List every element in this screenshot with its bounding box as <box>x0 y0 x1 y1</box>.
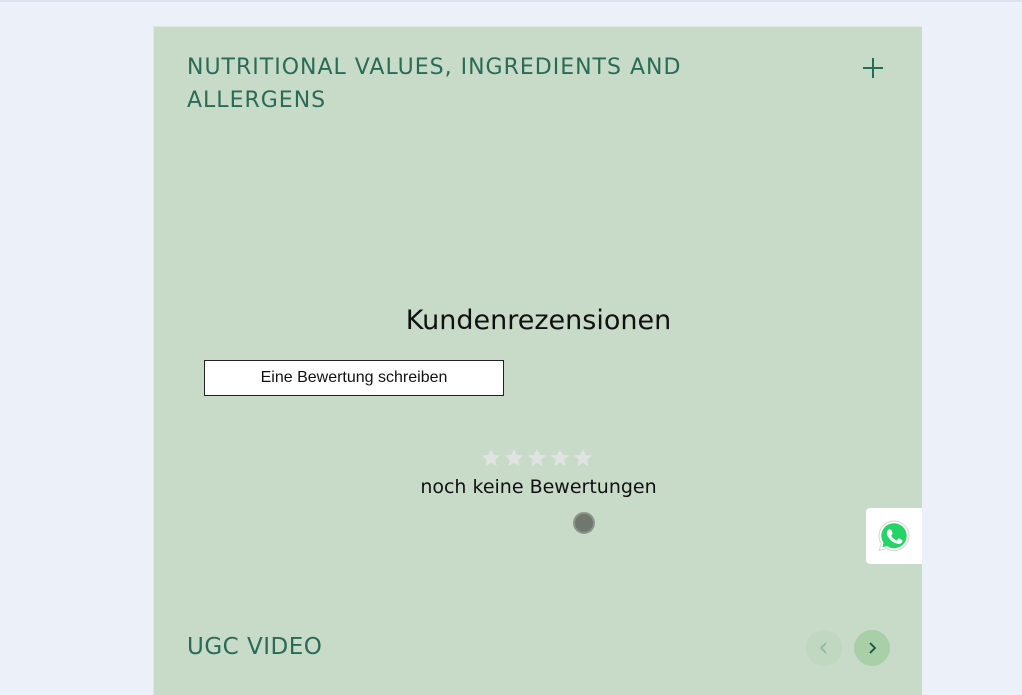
top-divider <box>0 0 1022 2</box>
whatsapp-icon <box>878 520 910 552</box>
write-review-button[interactable]: Eine Bewertung schreiben <box>204 360 504 396</box>
whatsapp-chat-button[interactable] <box>866 508 922 564</box>
star-icon <box>527 448 547 467</box>
star-icon <box>573 448 593 467</box>
product-details-panel: NUTRITIONAL VALUES, INGREDIENTS AND ALLE… <box>153 26 922 695</box>
loading-indicator <box>573 512 595 534</box>
chevron-left-icon <box>819 642 827 654</box>
carousel-next-button[interactable] <box>854 630 890 666</box>
carousel-prev-button[interactable] <box>806 630 842 666</box>
chevron-right-icon <box>869 642 877 654</box>
accordion-title[interactable]: NUTRITIONAL VALUES, INGREDIENTS AND ALLE… <box>187 51 727 117</box>
plus-icon[interactable] <box>862 57 884 79</box>
no-reviews-text: noch keine Bewertungen <box>420 476 657 498</box>
star-rating <box>480 447 594 469</box>
ugc-video-title: UGC VIDEO <box>187 634 323 660</box>
star-icon <box>550 448 570 467</box>
reviews-heading: Kundenrezensionen <box>405 305 672 336</box>
star-icon <box>504 448 524 467</box>
star-icon <box>481 448 501 467</box>
